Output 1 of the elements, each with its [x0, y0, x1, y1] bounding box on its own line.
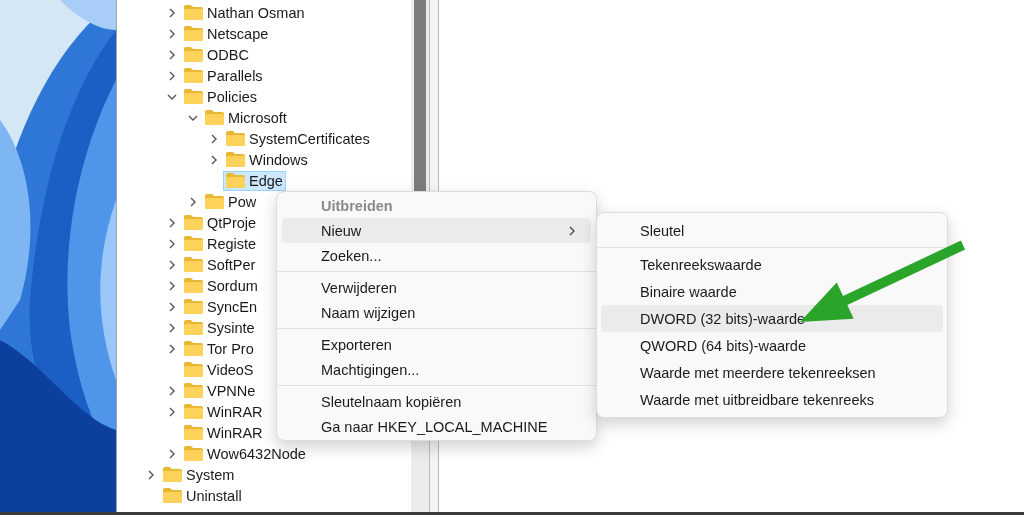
menu-header: Uitbreiden: [320, 196, 394, 216]
